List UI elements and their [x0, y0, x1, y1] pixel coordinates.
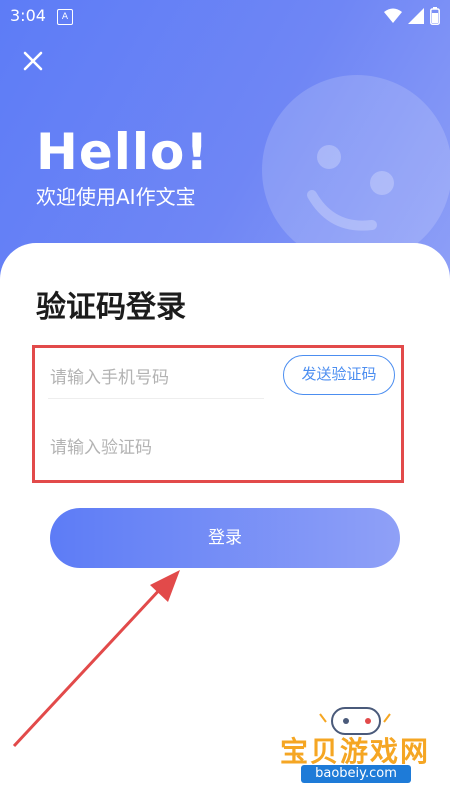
wifi-icon	[384, 8, 402, 23]
greeting-title: Hello!	[36, 123, 210, 181]
send-code-button[interactable]: 发送验证码	[283, 355, 395, 395]
notification-icon: A	[57, 9, 73, 25]
watermark-name: 宝贝游戏网	[280, 735, 431, 768]
watermark-url: baobeiy.com	[301, 765, 411, 783]
smiley-icon	[262, 75, 450, 265]
signal-icon	[408, 8, 424, 24]
status-icons	[384, 7, 440, 25]
status-time: 3:04	[10, 6, 46, 25]
close-button[interactable]	[18, 46, 48, 76]
welcome-subtitle: 欢迎使用AI作文宝	[36, 185, 196, 209]
status-bar: 3:04 A	[0, 0, 450, 32]
annotation-arrow	[12, 570, 180, 748]
battery-icon	[430, 7, 440, 25]
code-input[interactable]	[48, 432, 312, 464]
phone-input[interactable]	[48, 362, 262, 394]
login-button[interactable]: 登录	[50, 508, 400, 568]
close-icon	[23, 51, 43, 71]
input-divider	[48, 398, 264, 399]
page-title: 验证码登录	[36, 290, 186, 325]
